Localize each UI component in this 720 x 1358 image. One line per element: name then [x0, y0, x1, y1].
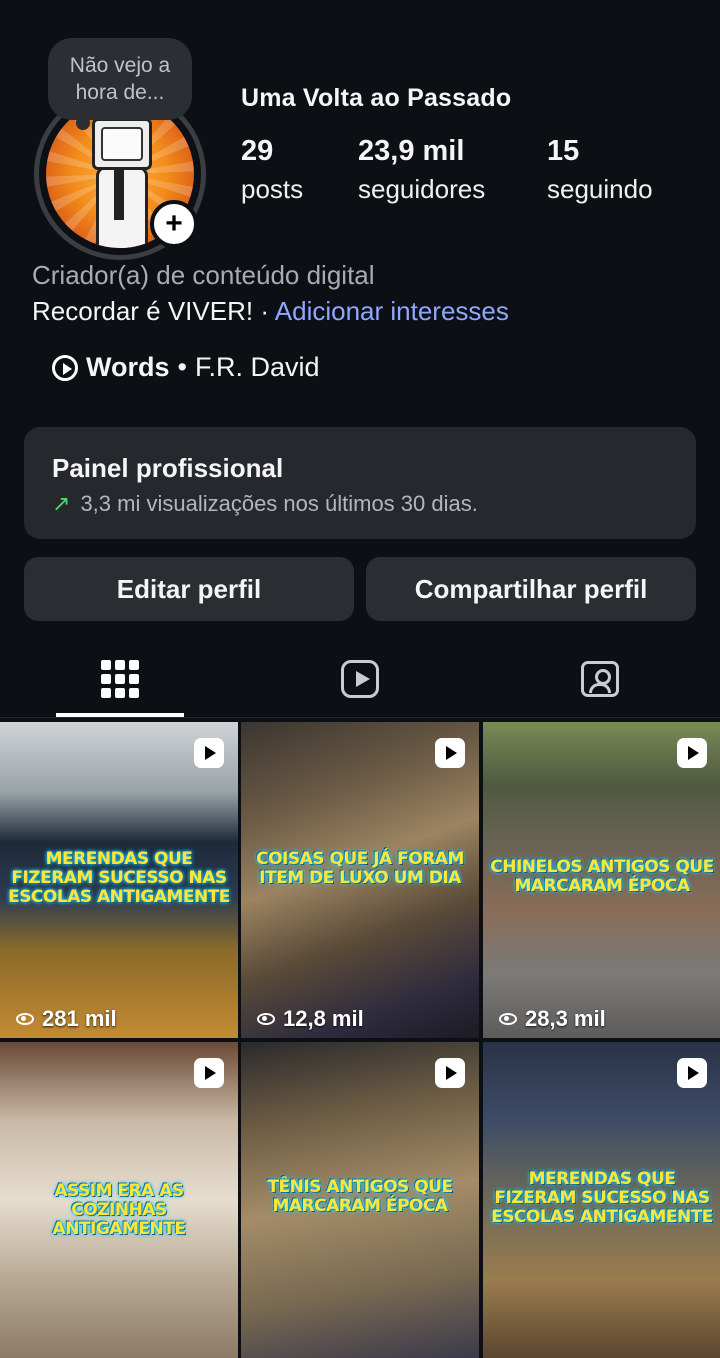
tab-reels[interactable] [240, 640, 480, 718]
post-tile[interactable]: Chinelos antigos que marcaram época 28,3… [483, 722, 720, 1038]
music-artist: F.R. David [194, 352, 320, 382]
add-story-icon[interactable]: + [150, 200, 198, 248]
active-tab-indicator [56, 713, 184, 717]
post-views: 12,8 mil [257, 1006, 364, 1032]
music-title: Words [86, 352, 170, 382]
followers-count[interactable]: 23,9 mil [358, 135, 464, 168]
post-views: 281 mil [16, 1006, 117, 1032]
play-circle-icon [52, 354, 78, 381]
post-views: 28,3 mil [499, 1006, 606, 1032]
eye-icon [16, 1013, 34, 1025]
reel-badge-icon [435, 1058, 465, 1088]
post-caption: Tênis antigos que marcaram época [267, 1177, 453, 1216]
tagged-icon [581, 661, 619, 697]
music-separator: • [177, 352, 187, 382]
post-tile[interactable]: Coisas que já foram item de luxo um dia … [241, 722, 479, 1038]
edit-profile-button[interactable]: Editar perfil [24, 557, 354, 621]
post-tile[interactable]: Assim era as cozinhas antigamente [0, 1042, 238, 1358]
post-views-count: 281 mil [42, 1006, 117, 1031]
reel-badge-icon [677, 1058, 707, 1088]
post-caption: Merendas que fizeram sucesso nas escolas… [8, 849, 230, 907]
dashboard-subtitle: ↗ 3,3 mi visualizações nos últimos 30 di… [52, 491, 478, 517]
bio-text: Recordar é VIVER! · [32, 296, 275, 326]
posts-label[interactable]: posts [241, 174, 303, 205]
add-interests-link[interactable]: Adicionar interesses [275, 296, 509, 326]
profile-bio: Recordar é VIVER! · Adicionar interesses [32, 296, 509, 327]
reel-badge-icon [677, 738, 707, 768]
note-bubble[interactable]: Não vejo a hora de... [48, 38, 192, 120]
profile-name: Uma Volta ao Passado [241, 84, 512, 112]
trend-up-icon: ↗ [52, 491, 71, 516]
posts-count[interactable]: 29 [241, 135, 273, 168]
post-tile[interactable]: Merendas que fizeram sucesso nas escolas… [483, 1042, 720, 1358]
reels-icon [341, 660, 379, 698]
reel-badge-icon [435, 738, 465, 768]
post-views-count: 28,3 mil [525, 1006, 606, 1031]
dashboard-title: Painel profissional [52, 453, 284, 483]
post-caption: Assim era as cozinhas antigamente [52, 1181, 186, 1239]
profile-category: Criador(a) de conteúdo digital [32, 260, 375, 290]
eye-icon [257, 1013, 275, 1025]
post-tile[interactable]: Tênis antigos que marcaram época [241, 1042, 479, 1358]
tab-tagged[interactable] [480, 640, 720, 718]
profile-music[interactable]: Words • F.R. David [52, 352, 320, 383]
following-label[interactable]: seguindo [547, 174, 653, 205]
reel-badge-icon [194, 738, 224, 768]
post-views-count: 12,8 mil [283, 1006, 364, 1031]
reel-badge-icon [194, 1058, 224, 1088]
tab-posts-grid[interactable] [0, 640, 240, 718]
followers-label[interactable]: seguidores [358, 174, 485, 205]
share-profile-button[interactable]: Compartilhar perfil [366, 557, 696, 621]
post-caption: Chinelos antigos que marcaram época [490, 857, 714, 896]
grid-icon [101, 660, 139, 698]
post-caption: Coisas que já foram item de luxo um dia [256, 849, 464, 888]
tab-divider [0, 717, 720, 718]
eye-icon [499, 1013, 517, 1025]
following-count[interactable]: 15 [547, 135, 579, 168]
note-line-2: hora de... [75, 81, 165, 104]
post-caption: Merendas que fizeram sucesso nas escolas… [491, 1169, 713, 1227]
dashboard-views-text: 3,3 mi visualizações nos últimos 30 dias… [80, 491, 478, 516]
note-line-1: Não vejo a [69, 54, 171, 77]
post-tile[interactable]: Merendas que fizeram sucesso nas escolas… [0, 722, 238, 1038]
